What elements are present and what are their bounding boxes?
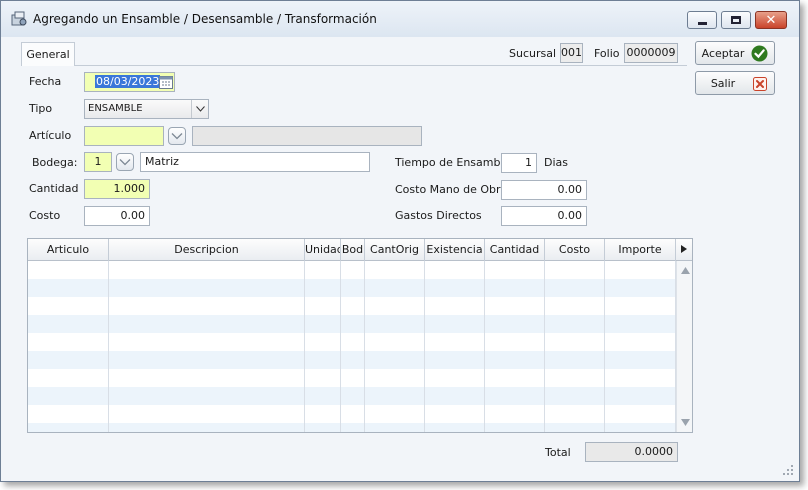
table-row[interactable] bbox=[28, 315, 676, 333]
salir-label: Salir bbox=[710, 76, 736, 90]
calendar-icon[interactable] bbox=[159, 75, 173, 89]
fecha-label: Fecha bbox=[29, 75, 62, 88]
column-divider bbox=[544, 261, 545, 432]
tiempo-unit-label: Dias bbox=[544, 156, 568, 169]
chevron-down-icon bbox=[119, 159, 131, 166]
column-header-bod[interactable]: Bod bbox=[341, 239, 365, 261]
column-divider bbox=[304, 261, 305, 432]
table-row[interactable] bbox=[28, 369, 676, 387]
articulo-label: Artículo bbox=[29, 129, 72, 142]
maximize-icon bbox=[731, 16, 741, 24]
tiempo-ensamble-field[interactable]: 1 bbox=[501, 153, 537, 173]
folio-label: Folio bbox=[594, 47, 620, 60]
column-divider bbox=[424, 261, 425, 432]
total-label: Total bbox=[545, 446, 571, 459]
column-header-descripcion[interactable]: Descripcion bbox=[109, 239, 305, 261]
title-bar[interactable]: Agregando un Ensamble / Desensamble / Tr… bbox=[1, 1, 799, 37]
bodega-name: Matriz bbox=[140, 152, 370, 172]
articulo-field[interactable] bbox=[84, 126, 164, 146]
scroll-down-icon[interactable] bbox=[681, 419, 690, 426]
tab-divider bbox=[75, 65, 687, 66]
resize-grip-icon[interactable] bbox=[783, 465, 793, 475]
sucursal-label: Sucursal bbox=[509, 47, 557, 60]
sucursal-value: 001 bbox=[560, 43, 583, 63]
mano-obra-label: Costo Mano de Obra bbox=[395, 183, 508, 196]
column-header-importe[interactable]: Importe bbox=[605, 239, 676, 261]
costo-field[interactable]: 0.00 bbox=[84, 206, 150, 226]
articulo-lookup-button[interactable] bbox=[168, 127, 186, 145]
mano-obra-field[interactable]: 0.00 bbox=[501, 180, 587, 200]
bodega-lookup-button[interactable] bbox=[116, 153, 134, 171]
tipo-select[interactable]: ENSAMBLE bbox=[84, 99, 209, 119]
column-divider bbox=[340, 261, 341, 432]
column-header-unidad[interactable]: Unidad bbox=[305, 239, 341, 261]
column-divider bbox=[108, 261, 109, 432]
column-header-cantidad[interactable]: Cantidad bbox=[485, 239, 545, 261]
chevron-down-icon bbox=[191, 100, 208, 118]
bodega-field[interactable]: 1 bbox=[84, 152, 112, 172]
column-divider bbox=[364, 261, 365, 432]
gastos-directos-label: Gastos Directos bbox=[395, 209, 482, 222]
app-icon bbox=[11, 11, 27, 26]
tipo-label: Tipo bbox=[29, 102, 53, 115]
column-header-cantorig[interactable]: CantOrig bbox=[365, 239, 425, 261]
tipo-value: ENSAMBLE bbox=[88, 103, 143, 114]
minimize-button[interactable] bbox=[687, 11, 717, 29]
check-icon bbox=[751, 45, 768, 62]
minimize-icon bbox=[697, 21, 707, 25]
tab-general[interactable]: General bbox=[21, 42, 75, 66]
aceptar-button[interactable]: Aceptar bbox=[695, 41, 775, 65]
column-header-articulo[interactable]: Articulo bbox=[28, 239, 109, 261]
costo-label: Costo bbox=[29, 209, 61, 222]
table-row[interactable] bbox=[28, 423, 676, 432]
aceptar-label: Aceptar bbox=[701, 46, 745, 60]
column-divider bbox=[484, 261, 485, 432]
bodega-label: Bodega: bbox=[32, 156, 78, 169]
gastos-directos-field[interactable]: 0.00 bbox=[501, 206, 587, 226]
table-row[interactable] bbox=[28, 387, 676, 405]
tiempo-ensamble-label: Tiempo de Ensamble bbox=[395, 156, 511, 169]
exit-icon bbox=[753, 77, 767, 91]
folio-value: 0000009 bbox=[624, 43, 678, 63]
detail-grid[interactable]: Articulo Descripcion Unidad Bod CantOrig… bbox=[27, 238, 693, 433]
table-row[interactable] bbox=[28, 333, 676, 351]
arrow-right-icon bbox=[681, 245, 687, 253]
articulo-description bbox=[192, 126, 422, 146]
scroll-up-icon[interactable] bbox=[681, 267, 690, 274]
table-row[interactable] bbox=[28, 405, 676, 423]
maximize-button[interactable] bbox=[721, 11, 751, 29]
table-row[interactable] bbox=[28, 261, 676, 279]
table-row[interactable] bbox=[28, 279, 676, 297]
grid-header: Articulo Descripcion Unidad Bod CantOrig… bbox=[28, 239, 692, 261]
table-row[interactable] bbox=[28, 297, 676, 315]
column-header-existencia[interactable]: Existencia bbox=[425, 239, 485, 261]
scroll-right-button[interactable] bbox=[676, 239, 692, 261]
total-value: 0.0000 bbox=[585, 442, 678, 462]
chevron-down-icon bbox=[171, 133, 183, 140]
column-divider bbox=[604, 261, 605, 432]
salir-button[interactable]: Salir bbox=[695, 71, 775, 95]
dialog-window: Agregando un Ensamble / Desensamble / Tr… bbox=[0, 0, 800, 482]
table-row[interactable] bbox=[28, 351, 676, 369]
column-header-costo[interactable]: Costo bbox=[545, 239, 605, 261]
close-icon: ✕ bbox=[765, 12, 777, 28]
close-button[interactable]: ✕ bbox=[755, 11, 787, 29]
window-title: Agregando un Ensamble / Desensamble / Tr… bbox=[33, 12, 377, 26]
fecha-value: 08/03/2023 bbox=[95, 75, 161, 88]
vertical-scrollbar[interactable] bbox=[676, 261, 692, 432]
cantidad-label: Cantidad bbox=[29, 182, 79, 195]
cantidad-field[interactable]: 1.000 bbox=[84, 179, 150, 199]
